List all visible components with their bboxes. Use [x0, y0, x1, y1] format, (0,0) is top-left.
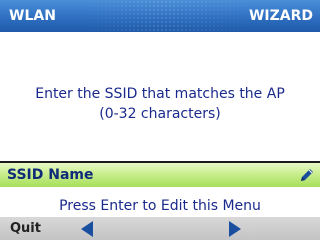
pencil-edit-icon[interactable]	[299, 167, 315, 183]
instruction-line-1: Enter the SSID that matches the AP	[35, 86, 285, 102]
ssid-name-field[interactable]: SSID Name	[0, 161, 320, 187]
hint-text: Press Enter to Edit this Menu	[59, 198, 261, 214]
instruction-text: Enter the SSID that matches the AP (0-32…	[0, 84, 320, 124]
title-bar: WLAN WIZARD	[0, 0, 320, 32]
instruction-line-2: (0-32 characters)	[99, 106, 221, 122]
quit-button[interactable]: Quit	[10, 221, 41, 236]
left-arrow-icon[interactable]	[80, 220, 94, 238]
right-arrow-icon[interactable]	[228, 220, 242, 238]
ssid-name-label: SSID Name	[7, 167, 94, 183]
softkey-bar: Quit	[0, 217, 320, 240]
wizard-title: WIZARD	[248, 8, 313, 24]
app-title: WLAN	[9, 8, 56, 24]
